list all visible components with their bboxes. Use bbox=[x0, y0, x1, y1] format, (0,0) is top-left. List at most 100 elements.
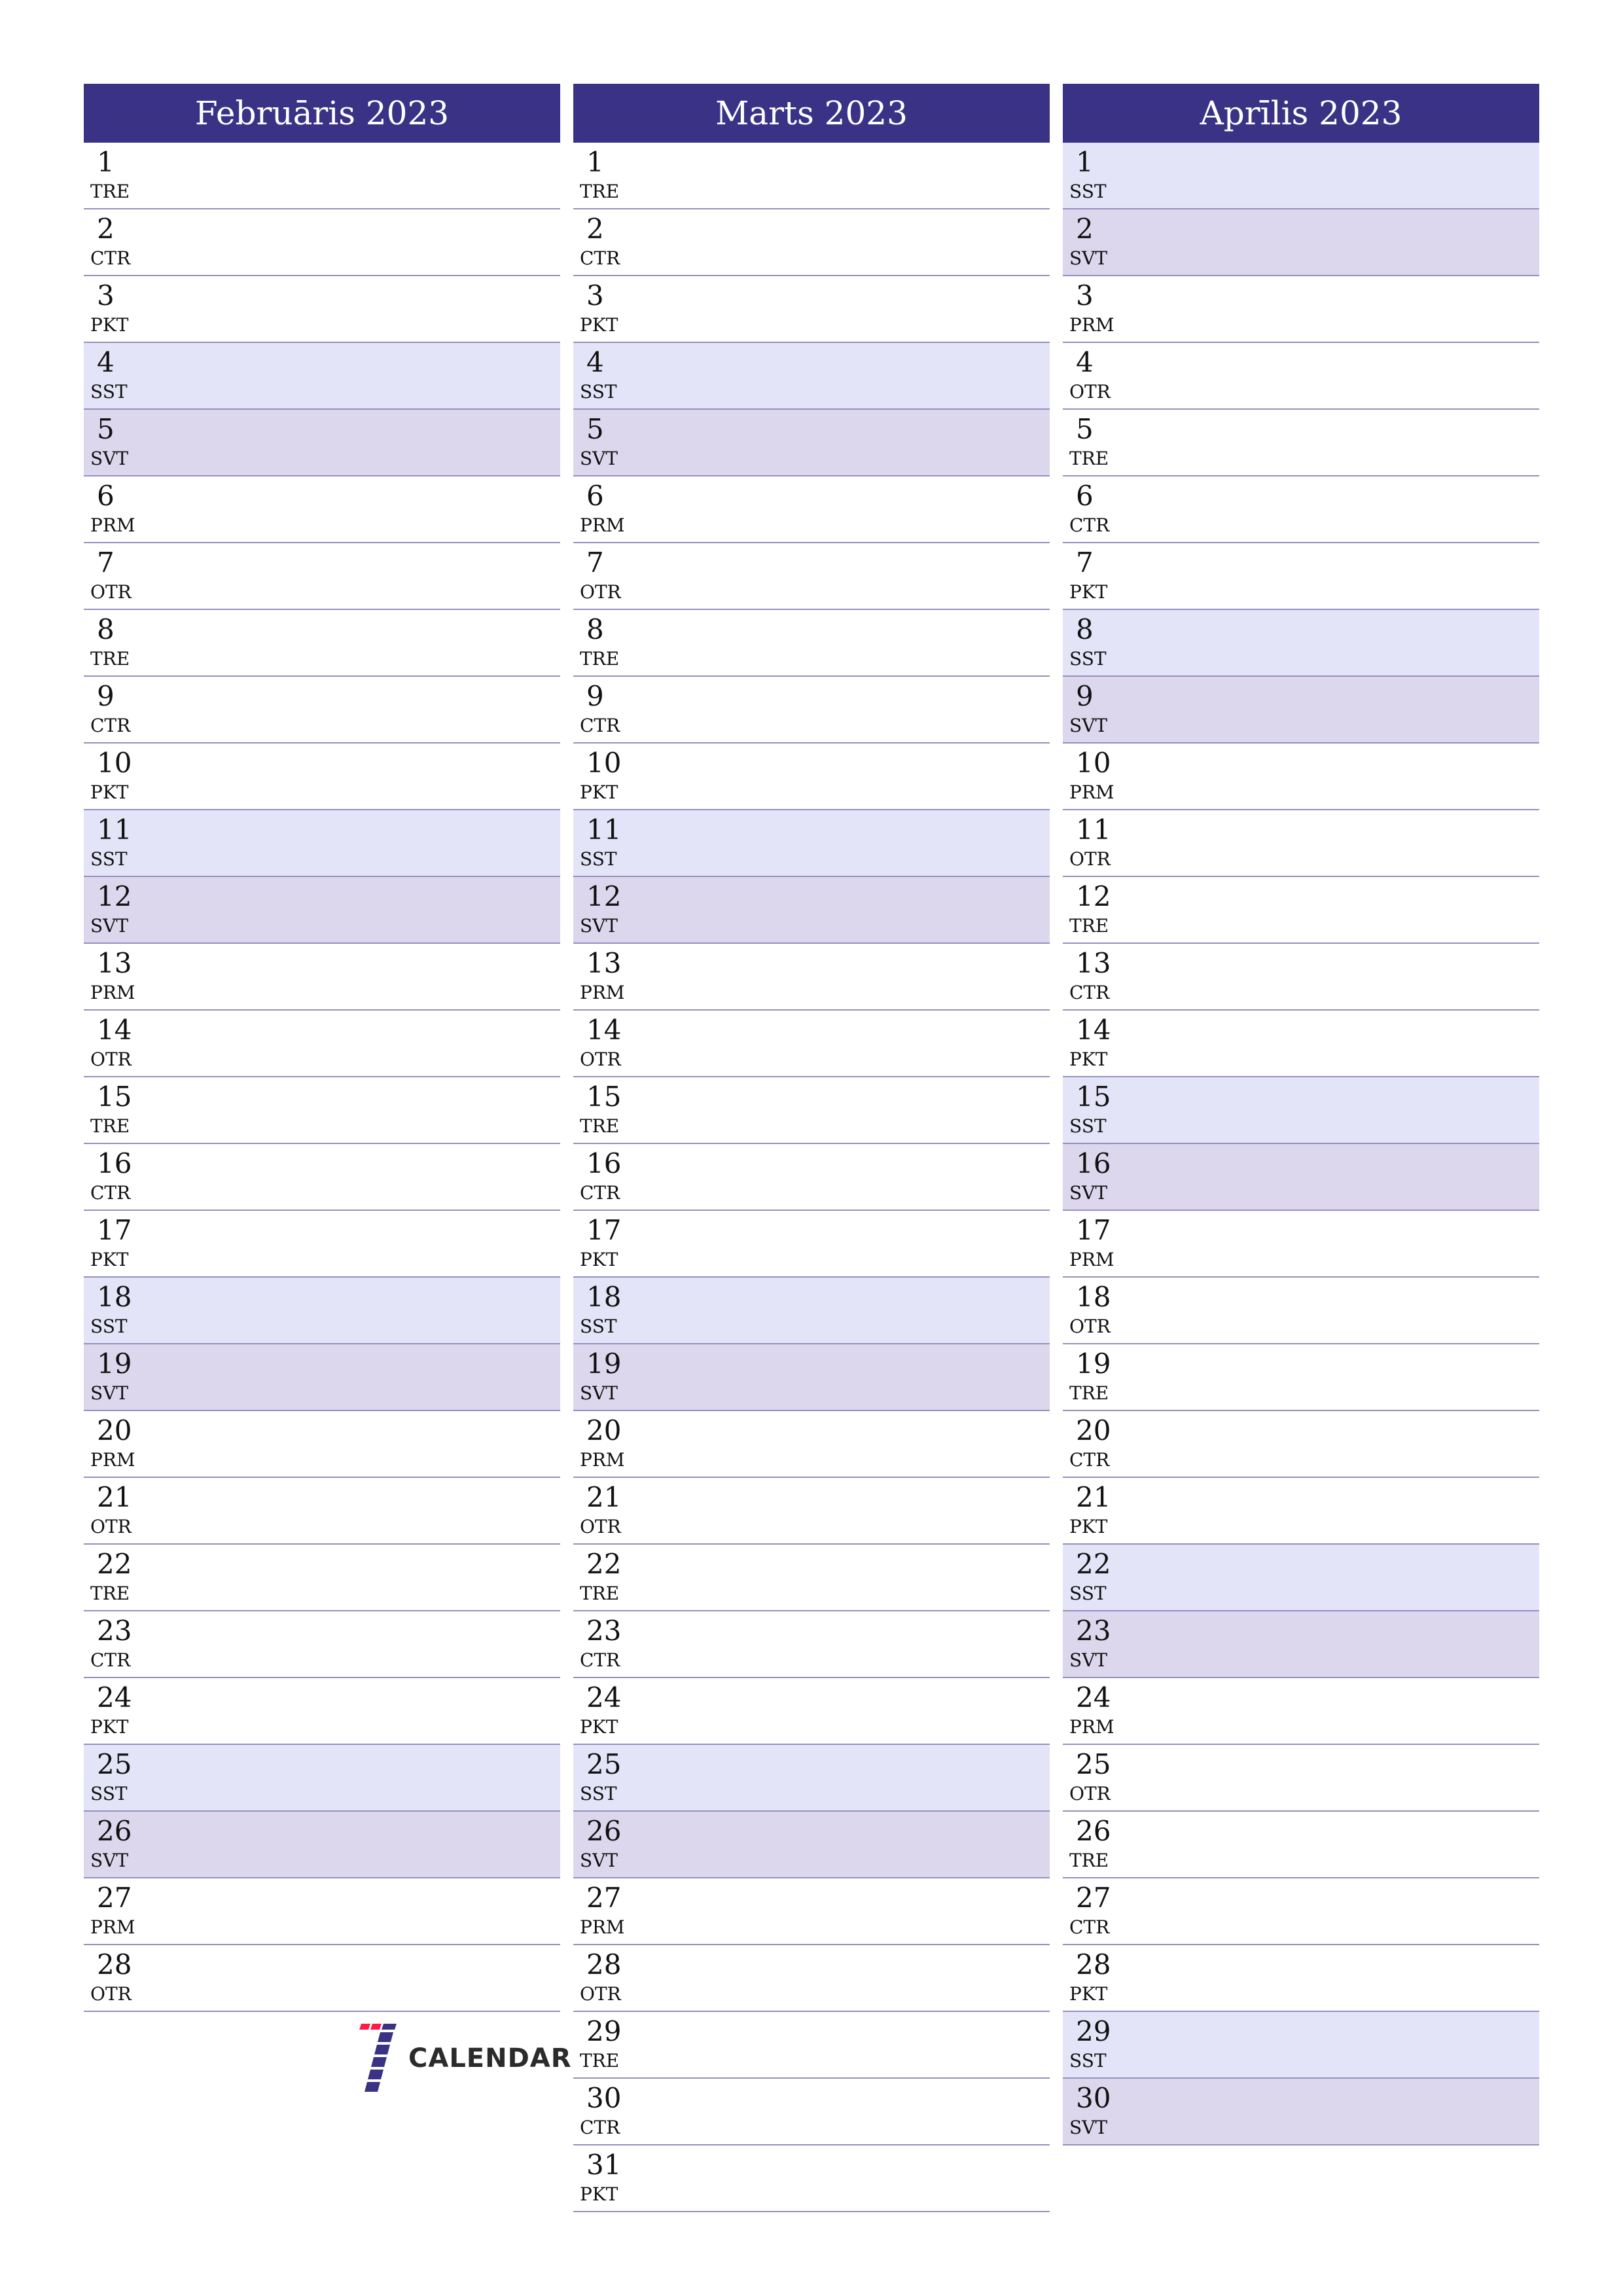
weekday-label: PRM bbox=[90, 1449, 135, 1471]
weekday-label: OTR bbox=[90, 1516, 132, 1537]
day-row: 10 PRM bbox=[1063, 744, 1539, 810]
weekday-label: SST bbox=[1069, 1115, 1107, 1137]
weekday-label: SVT bbox=[1069, 247, 1108, 269]
weekday-label: TRE bbox=[90, 1115, 130, 1137]
weekday-label: CTR bbox=[90, 1182, 131, 1204]
day-row: 30 CTR bbox=[573, 2079, 1050, 2145]
weekday-label: TRE bbox=[90, 1583, 130, 1604]
weekday-label: PKT bbox=[1069, 1983, 1108, 2005]
weekday-label: SVT bbox=[580, 915, 618, 937]
day-number: 15 bbox=[97, 1081, 132, 1113]
day-row: 1 TRE bbox=[84, 143, 560, 209]
month-header: Marts 2023 bbox=[573, 84, 1050, 143]
day-row: 6 PRM bbox=[84, 476, 560, 543]
day-number: 7 bbox=[586, 547, 604, 579]
day-number: 28 bbox=[97, 1948, 132, 1981]
day-row: 22 TRE bbox=[84, 1545, 560, 1611]
day-row: 27 PRM bbox=[84, 1878, 560, 1945]
day-row: 28 OTR bbox=[84, 1945, 560, 2012]
weekday-label: PRM bbox=[580, 1916, 625, 1938]
weekday-label: SST bbox=[1069, 648, 1107, 670]
weekday-label: CTR bbox=[1069, 1449, 1110, 1471]
weekday-label: SST bbox=[580, 1783, 617, 1804]
day-row: 3 PKT bbox=[84, 276, 560, 343]
day-row: 20 PRM bbox=[573, 1411, 1050, 1478]
weekday-label: OTR bbox=[90, 1049, 132, 1070]
weekday-label: PRM bbox=[580, 982, 625, 1003]
day-row: 13 CTR bbox=[1063, 944, 1539, 1011]
weekday-label: PKT bbox=[580, 1716, 618, 1738]
weekday-label: PRM bbox=[1069, 1716, 1115, 1738]
day-number: 26 bbox=[97, 1815, 132, 1847]
weekday-label: SVT bbox=[580, 1382, 618, 1404]
day-row: 7 OTR bbox=[573, 543, 1050, 610]
day-number: 31 bbox=[586, 2149, 622, 2181]
day-row: 29 TRE bbox=[573, 2012, 1050, 2079]
day-row: 18 OTR bbox=[1063, 1278, 1539, 1344]
day-row: 23 CTR bbox=[573, 1611, 1050, 1678]
day-number: 22 bbox=[97, 1548, 132, 1580]
weekday-label: TRE bbox=[580, 648, 620, 670]
weekday-label: SST bbox=[90, 848, 128, 870]
day-number: 25 bbox=[1076, 1748, 1111, 1780]
day-row: 7 PKT bbox=[1063, 543, 1539, 610]
day-number: 9 bbox=[586, 680, 604, 712]
day-row: 22 SST bbox=[1063, 1545, 1539, 1611]
weekday-label: SST bbox=[1069, 181, 1107, 202]
day-row: 21 OTR bbox=[573, 1478, 1050, 1545]
day-number: 6 bbox=[97, 480, 115, 512]
day-number: 11 bbox=[1076, 814, 1111, 846]
weekday-label: TRE bbox=[1069, 1850, 1109, 1871]
day-number: 10 bbox=[1076, 747, 1111, 779]
day-number: 18 bbox=[1076, 1281, 1111, 1313]
weekday-label: SST bbox=[90, 1783, 128, 1804]
day-number: 7 bbox=[97, 547, 115, 579]
weekday-label: SVT bbox=[1069, 2117, 1108, 2138]
weekday-label: PKT bbox=[580, 314, 618, 336]
day-row: 28 OTR bbox=[573, 1945, 1050, 2012]
day-row: 4 SST bbox=[84, 343, 560, 410]
weekday-label: OTR bbox=[1069, 1783, 1111, 1804]
day-number: 21 bbox=[586, 1481, 622, 1513]
day-number: 21 bbox=[1076, 1481, 1111, 1513]
day-number: 23 bbox=[586, 1615, 622, 1647]
day-number: 13 bbox=[1076, 947, 1111, 979]
day-number: 21 bbox=[97, 1481, 132, 1513]
day-row: 5 SVT bbox=[84, 410, 560, 476]
day-row: 27 PRM bbox=[573, 1878, 1050, 1945]
day-row: 13 PRM bbox=[84, 944, 560, 1011]
weekday-label: PKT bbox=[1069, 1049, 1108, 1070]
weekday-label: PKT bbox=[580, 2183, 618, 2205]
day-row: 19 SVT bbox=[84, 1344, 560, 1411]
day-row: 29 SST bbox=[1063, 2012, 1539, 2079]
day-row: 16 CTR bbox=[84, 1144, 560, 1211]
day-row: 18 SST bbox=[84, 1278, 560, 1344]
day-row: 12 SVT bbox=[84, 877, 560, 944]
day-number: 8 bbox=[97, 613, 115, 645]
day-number: 23 bbox=[97, 1615, 132, 1647]
day-number: 19 bbox=[97, 1348, 132, 1380]
day-row: 9 SVT bbox=[1063, 677, 1539, 744]
day-row: 21 PKT bbox=[1063, 1478, 1539, 1545]
weekday-label: TRE bbox=[580, 2050, 620, 2072]
day-row: 24 PKT bbox=[84, 1678, 560, 1745]
day-number: 1 bbox=[97, 146, 115, 178]
day-number: 10 bbox=[586, 747, 622, 779]
day-number: 5 bbox=[97, 413, 115, 445]
day-number: 12 bbox=[97, 880, 132, 912]
day-row: 18 SST bbox=[573, 1278, 1050, 1344]
weekday-label: OTR bbox=[1069, 1316, 1111, 1337]
day-row: 1 SST bbox=[1063, 143, 1539, 209]
weekday-label: SVT bbox=[1069, 715, 1108, 736]
weekday-label: TRE bbox=[580, 1583, 620, 1604]
day-row: 3 PRM bbox=[1063, 276, 1539, 343]
weekday-label: CTR bbox=[580, 715, 620, 736]
day-row: 2 CTR bbox=[84, 209, 560, 276]
month-header: Aprīlis 2023 bbox=[1063, 84, 1539, 143]
day-number: 11 bbox=[97, 814, 132, 846]
weekday-label: SST bbox=[580, 381, 617, 403]
day-number: 13 bbox=[97, 947, 132, 979]
day-number: 29 bbox=[586, 2015, 622, 2047]
day-number: 18 bbox=[97, 1281, 132, 1313]
weekday-label: SVT bbox=[90, 1382, 129, 1404]
